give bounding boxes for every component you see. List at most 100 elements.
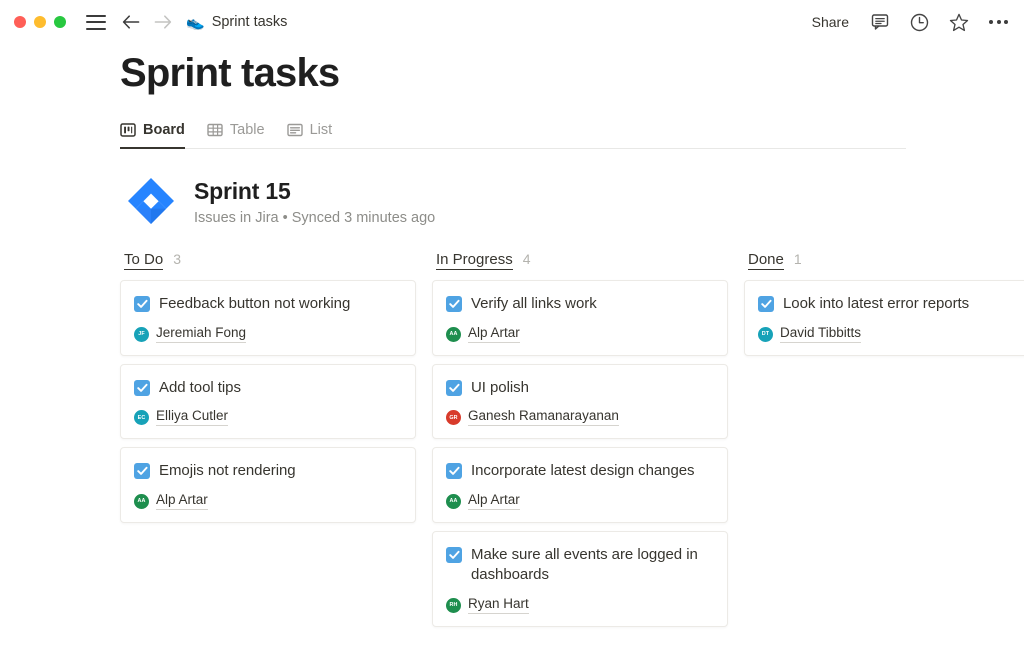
column-header: In Progress 4 [432,251,728,280]
breadcrumb-label: Sprint tasks [212,14,288,30]
column-name[interactable]: To Do [124,251,163,270]
assignee-name: Alp Artar [468,326,520,343]
task-card[interactable]: Make sure all events are logged in dashb… [432,531,728,627]
column-count: 3 [173,251,181,267]
sneaker-icon: 👟 [186,15,205,30]
column-name[interactable]: In Progress [436,251,513,270]
sprint-subtitle: Issues in Jira • Synced 3 minutes ago [194,210,435,226]
task-title-row: Verify all links work [446,294,713,315]
task-card[interactable]: Verify all links work AA Alp Artar [432,280,728,356]
task-assignee[interactable]: AA Alp Artar [134,493,401,510]
star-icon[interactable] [949,13,969,32]
tab-board-label: Board [143,122,185,138]
task-checkbox[interactable] [134,463,150,479]
maximize-window-button[interactable] [54,16,66,28]
more-options-icon[interactable] [989,16,1008,28]
assignee-name: Jeremiah Fong [156,326,246,343]
page-title: Sprint tasks [0,50,1024,96]
sprint-name: Sprint 15 [194,178,435,205]
navigation-arrows [122,15,172,29]
task-title-row: UI polish [446,378,713,399]
window-controls [14,16,66,28]
task-card[interactable]: UI polish GR Ganesh Ramanarayanan [432,364,728,440]
sidebar-toggle-icon[interactable] [86,15,106,30]
share-button[interactable]: Share [810,12,851,32]
tab-list[interactable]: List [287,122,333,149]
avatar: AA [446,494,461,509]
app-window: 👟 Sprint tasks Share [0,0,1024,647]
task-card[interactable]: Emojis not rendering AA Alp Artar [120,447,416,523]
jira-logo-icon [124,175,178,229]
task-assignee[interactable]: RHRyan Hart [446,597,713,614]
task-checkbox[interactable] [758,296,774,312]
clock-icon[interactable] [910,13,929,32]
task-checkbox[interactable] [446,463,462,479]
kanban-board: To Do 3 Feedback button not workingJFJerem… [0,251,1024,647]
column-header: Done 1 [744,251,1024,280]
tab-table-label: Table [230,122,265,138]
board-column: In Progress 4 Verify all links work AA Alp A… [432,251,728,647]
task-assignee[interactable]: AA Alp Artar [446,493,713,510]
task-checkbox[interactable] [134,380,150,396]
minimize-window-button[interactable] [34,16,46,28]
sprint-header: Sprint 15 Issues in Jira • Synced 3 minu… [124,175,1024,229]
breadcrumb[interactable]: 👟 Sprint tasks [186,14,287,30]
avatar: GR [446,410,461,425]
task-title-row: Make sure all events are logged in dashb… [446,545,713,586]
task-assignee[interactable]: DT David Tibbitts [758,326,1024,343]
page-content: Sprint tasks Board [0,50,1024,647]
task-title: Make sure all events are logged in dashb… [471,545,713,586]
view-tabs: Board Table List [120,122,906,149]
avatar: RH [446,598,461,613]
task-checkbox[interactable] [446,380,462,396]
avatar: AA [446,327,461,342]
column-name[interactable]: Done [748,251,784,270]
column-cards: Verify all links work AA Alp Artar UI polis… [432,280,728,627]
task-card[interactable]: Add tool tips ECElliya Cutler [120,364,416,440]
task-card[interactable]: Look into latest error reports DT David Ti… [744,280,1024,356]
assignee-name: Ganesh Ramanarayanan [468,409,619,426]
column-cards: Feedback button not workingJFJeremiah Fo… [120,280,416,523]
task-assignee[interactable]: JF Jeremiah Fong [134,326,401,343]
task-title: Look into latest error reports [783,294,969,315]
tab-list-label: List [310,122,333,138]
table-icon [207,122,223,138]
avatar: JF [134,327,149,342]
tab-table[interactable]: Table [207,122,265,149]
task-title: Verify all links work [471,294,597,315]
task-title-row: Add tool tips [134,378,401,399]
column-header: To Do 3 [120,251,416,280]
task-assignee[interactable]: ECElliya Cutler [134,409,401,426]
task-assignee[interactable]: AA Alp Artar [446,326,713,343]
comment-icon[interactable] [871,13,890,31]
title-bar-actions: Share [810,12,1008,32]
avatar: DT [758,327,773,342]
column-count: 4 [523,251,531,267]
tab-board[interactable]: Board [120,122,185,149]
assignee-name: David Tibbitts [780,326,861,343]
task-assignee[interactable]: GR Ganesh Ramanarayanan [446,409,713,426]
column-count: 1 [794,251,802,267]
assignee-name: Alp Artar [156,493,208,510]
task-title-row: Look into latest error reports [758,294,1024,315]
task-title: Emojis not rendering [159,461,296,482]
title-bar: 👟 Sprint tasks Share [0,0,1024,44]
board-column: Done 1 Look into latest error reports DT Dav… [744,251,1024,647]
close-window-button[interactable] [14,16,26,28]
task-card[interactable]: Incorporate latest design changes AA Alp A… [432,447,728,523]
task-title: UI polish [471,378,529,399]
list-icon [287,122,303,138]
task-title-row: Incorporate latest design changes [446,461,713,482]
avatar: AA [134,494,149,509]
task-checkbox[interactable] [446,547,462,563]
board-icon [120,122,136,138]
back-arrow-icon[interactable] [122,15,140,29]
task-checkbox[interactable] [134,296,150,312]
task-card[interactable]: Feedback button not workingJFJeremiah Fo… [120,280,416,356]
column-cards: Look into latest error reports DT David Ti… [744,280,1024,356]
task-title-row: Emojis not rendering [134,461,401,482]
task-checkbox[interactable] [446,296,462,312]
forward-arrow-icon[interactable] [154,15,172,29]
assignee-name: Alp Artar [468,493,520,510]
sprint-meta: Sprint 15 Issues in Jira • Synced 3 minu… [194,178,435,226]
